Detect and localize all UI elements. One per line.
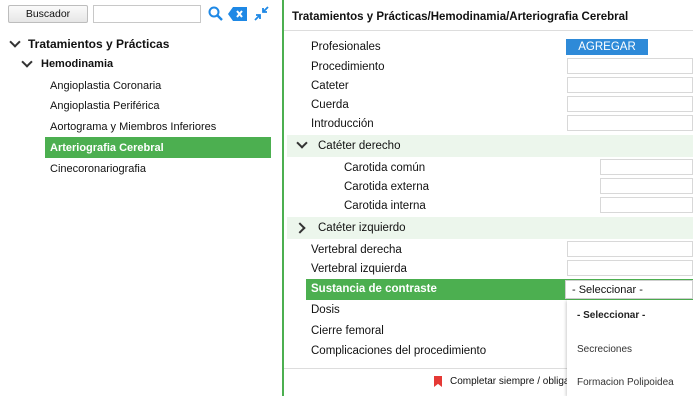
tree-item-label: Angioplastia Periférica — [50, 100, 160, 112]
cuerda-field[interactable] — [567, 96, 693, 112]
tree-item-selected[interactable]: Arteriografia Cerebral — [45, 137, 271, 158]
search-input[interactable] — [93, 5, 201, 23]
label-procedimiento: Procedimiento — [311, 61, 385, 73]
tree-item[interactable]: Angioplastia Coronaria — [50, 76, 161, 96]
label-cuerda: Cuerda — [311, 99, 349, 111]
select-option[interactable]: Secreciones — [577, 344, 632, 355]
tree-item[interactable]: Cinecoronariografia — [50, 159, 146, 179]
group-cateter-derecho[interactable]: Catéter derecho — [287, 135, 693, 157]
tree-node-hemodinamia[interactable]: Hemodinamia — [0, 54, 113, 74]
select-dropdown: - Seleccionar - Secreciones Formacion Po… — [567, 300, 693, 396]
collapse-icon[interactable] — [253, 5, 270, 22]
introduccion-field[interactable] — [567, 115, 693, 131]
label-complicaciones: Complicaciones del procedimiento — [311, 345, 487, 357]
vertebral-izquierda-field[interactable] — [567, 260, 693, 276]
select-option[interactable]: Formacion Polipoidea — [577, 377, 674, 388]
procedimiento-field[interactable] — [567, 58, 693, 74]
carotida-externa-field[interactable] — [600, 178, 693, 194]
tree-item[interactable]: Aortograma y Miembros Inferiores — [50, 117, 216, 137]
carotida-comun-field[interactable] — [600, 159, 693, 175]
tree-node-label: Tratamientos y Prácticas — [28, 37, 170, 51]
clear-search-icon[interactable] — [228, 6, 247, 21]
tree-item-label: Angioplastia Coronaria — [50, 80, 162, 92]
footer-legend: Completar siempre / obligat — [434, 376, 572, 387]
group-label: Catéter izquierdo — [318, 222, 406, 234]
label-profesionales: Profesionales — [311, 41, 381, 53]
tree-node-root[interactable]: Tratamientos y Prácticas — [0, 34, 169, 54]
label-introduccion: Introducción — [311, 118, 374, 130]
group-label: Catéter derecho — [318, 140, 401, 152]
tree-node-label: Hemodinamia — [41, 58, 114, 70]
divider — [284, 30, 693, 31]
group-cateter-izquierdo[interactable]: Catéter izquierdo — [287, 217, 693, 239]
tree-item-label: Cinecoronariografia — [50, 163, 146, 175]
vertebral-derecha-field[interactable] — [567, 241, 693, 257]
select-option[interactable]: - Seleccionar - — [577, 310, 645, 321]
label-vertebral-izquierda: Vertebral izquierda — [311, 263, 407, 275]
cateter-field[interactable] — [567, 77, 693, 93]
chevron-down-icon[interactable] — [21, 56, 33, 68]
tree-item-label: Aortograma y Miembros Inferiores — [50, 121, 217, 133]
tree-item-label: Arteriografia Cerebral — [50, 141, 164, 154]
chevron-down-icon[interactable] — [296, 137, 308, 149]
tree-panel: Buscador Tratamientos y Prácticas Hemodi… — [0, 0, 282, 396]
carotida-interna-field[interactable] — [600, 197, 693, 213]
label-cierre-femoral: Cierre femoral — [311, 325, 384, 337]
label-dosis: Dosis — [311, 304, 340, 316]
label-carotida-comun: Carotida común — [344, 162, 426, 174]
label-carotida-externa: Carotida externa — [344, 181, 430, 193]
page-title: Tratamientos y Prácticas/Hemodinamia/Art… — [292, 11, 629, 23]
sustancia-select[interactable]: - Seleccionar - — [565, 280, 693, 299]
chevron-right-icon[interactable] — [294, 222, 306, 234]
agregar-button[interactable]: AGREGAR — [566, 39, 648, 55]
footer-text: Completar siempre / obligat — [450, 376, 573, 387]
search-icon[interactable] — [207, 5, 223, 22]
label-carotida-interna: Carotida interna — [344, 200, 426, 212]
search-button[interactable]: Buscador — [8, 5, 88, 23]
form-panel: Tratamientos y Prácticas/Hemodinamia/Art… — [284, 0, 693, 396]
label-cateter: Cateter — [311, 80, 349, 92]
label-sustancia: Sustancia de contraste — [311, 283, 437, 295]
bookmark-icon — [434, 376, 442, 387]
tree-item[interactable]: Angioplastia Periférica — [50, 96, 159, 116]
label-vertebral-derecha: Vertebral derecha — [311, 244, 402, 256]
chevron-down-icon[interactable] — [9, 36, 21, 48]
